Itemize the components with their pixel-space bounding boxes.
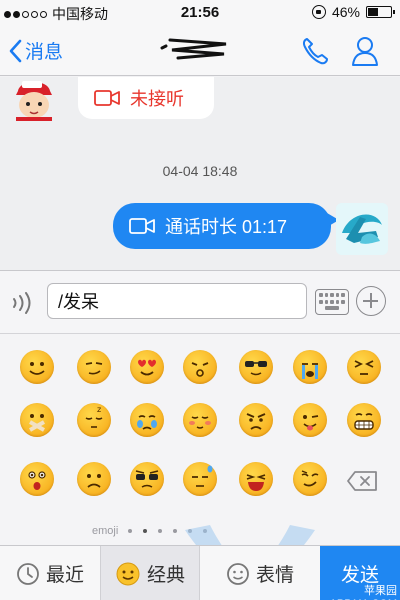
dizzy-emoji[interactable] xyxy=(183,350,217,384)
pager-label: emoji xyxy=(92,525,119,537)
tab-expressions-label: 表情 xyxy=(255,565,294,586)
contact-name-redacted xyxy=(160,36,230,60)
sneer-emoji[interactable] xyxy=(293,462,327,496)
chevron-left-icon xyxy=(9,39,22,62)
sunglasses-emoji[interactable] xyxy=(239,350,273,384)
back-button[interactable]: 消息 xyxy=(8,37,63,64)
contact-avatar[interactable] xyxy=(12,77,56,121)
call-duration-bubble[interactable]: 通话时长 01:17 xyxy=(113,203,339,249)
page-dot[interactable] xyxy=(128,529,133,533)
heart-eyes-emoji[interactable] xyxy=(130,350,164,384)
sly-emoji[interactable] xyxy=(77,350,111,384)
smiley-icon xyxy=(116,562,140,585)
page-dot[interactable] xyxy=(143,529,148,533)
video-camera-icon xyxy=(94,90,120,106)
wink-tongue-emoji[interactable] xyxy=(293,403,327,437)
input-bar xyxy=(0,270,400,334)
voice-input-button[interactable] xyxy=(10,291,36,320)
delete-emoji-button[interactable] xyxy=(346,470,378,497)
keyboard-icon[interactable] xyxy=(315,289,349,315)
video-camera-icon xyxy=(129,218,155,234)
chat-area[interactable]: 未接听 04-04 18:48 通话时长 01:17 xyxy=(0,77,400,270)
shocked-emoji[interactable] xyxy=(20,462,54,496)
missed-call-bubble[interactable]: 未接听 xyxy=(78,77,214,119)
sad-emoji[interactable] xyxy=(77,462,111,496)
nav-bar: 消息 xyxy=(0,24,400,76)
crying-emoji[interactable] xyxy=(293,350,327,384)
rotation-lock-icon xyxy=(311,5,326,19)
page-dot[interactable] xyxy=(158,529,163,533)
cool-emoji[interactable] xyxy=(130,462,164,496)
message-input[interactable] xyxy=(47,283,307,319)
my-avatar[interactable] xyxy=(336,203,388,255)
call-duration-text: 通话时长 01:17 xyxy=(165,217,288,237)
laughing-emoji[interactable] xyxy=(239,462,273,496)
battery-percent: 46% xyxy=(331,4,360,20)
blush-emoji[interactable] xyxy=(183,403,217,437)
tearful-emoji[interactable] xyxy=(130,403,164,437)
tab-recent-label: 最近 xyxy=(45,565,84,586)
missed-call-text: 未接听 xyxy=(130,89,184,109)
svg-text:z: z xyxy=(97,405,101,414)
battery-icon xyxy=(366,6,395,18)
profile-button[interactable] xyxy=(350,35,380,72)
smiley-outline-icon xyxy=(227,562,249,585)
clock-icon xyxy=(17,562,39,585)
voice-icon xyxy=(13,292,31,314)
sweat-emoji[interactable] xyxy=(183,462,217,496)
status-bar: 中国移动 21:56 46% xyxy=(0,0,400,24)
angry-emoji[interactable] xyxy=(239,403,273,437)
tab-expressions[interactable]: 表情 xyxy=(200,546,320,600)
squint-emoji[interactable] xyxy=(347,350,381,384)
message-timestamp: 04-04 18:48 xyxy=(162,163,238,179)
backspace-icon xyxy=(347,471,377,491)
status-right: 46% xyxy=(311,4,395,20)
sleepy-emoji[interactable]: z xyxy=(77,403,111,437)
tab-classic-label: 经典 xyxy=(146,565,185,586)
bandaged-emoji[interactable] xyxy=(20,403,54,437)
grin-teeth-emoji[interactable] xyxy=(347,403,381,437)
watermark-text: 苹果园 APP111.COM xyxy=(330,585,397,600)
phone-call-button[interactable] xyxy=(301,36,329,71)
plus-icon[interactable] xyxy=(356,286,386,316)
smile-emoji[interactable] xyxy=(20,350,54,384)
person-icon xyxy=(352,37,378,66)
tab-recent[interactable]: 最近 xyxy=(0,546,100,600)
emoji-panel: z xyxy=(0,334,400,545)
back-label: 消息 xyxy=(25,42,64,63)
tab-classic[interactable]: 经典 xyxy=(100,546,200,600)
phone-icon xyxy=(302,38,328,65)
